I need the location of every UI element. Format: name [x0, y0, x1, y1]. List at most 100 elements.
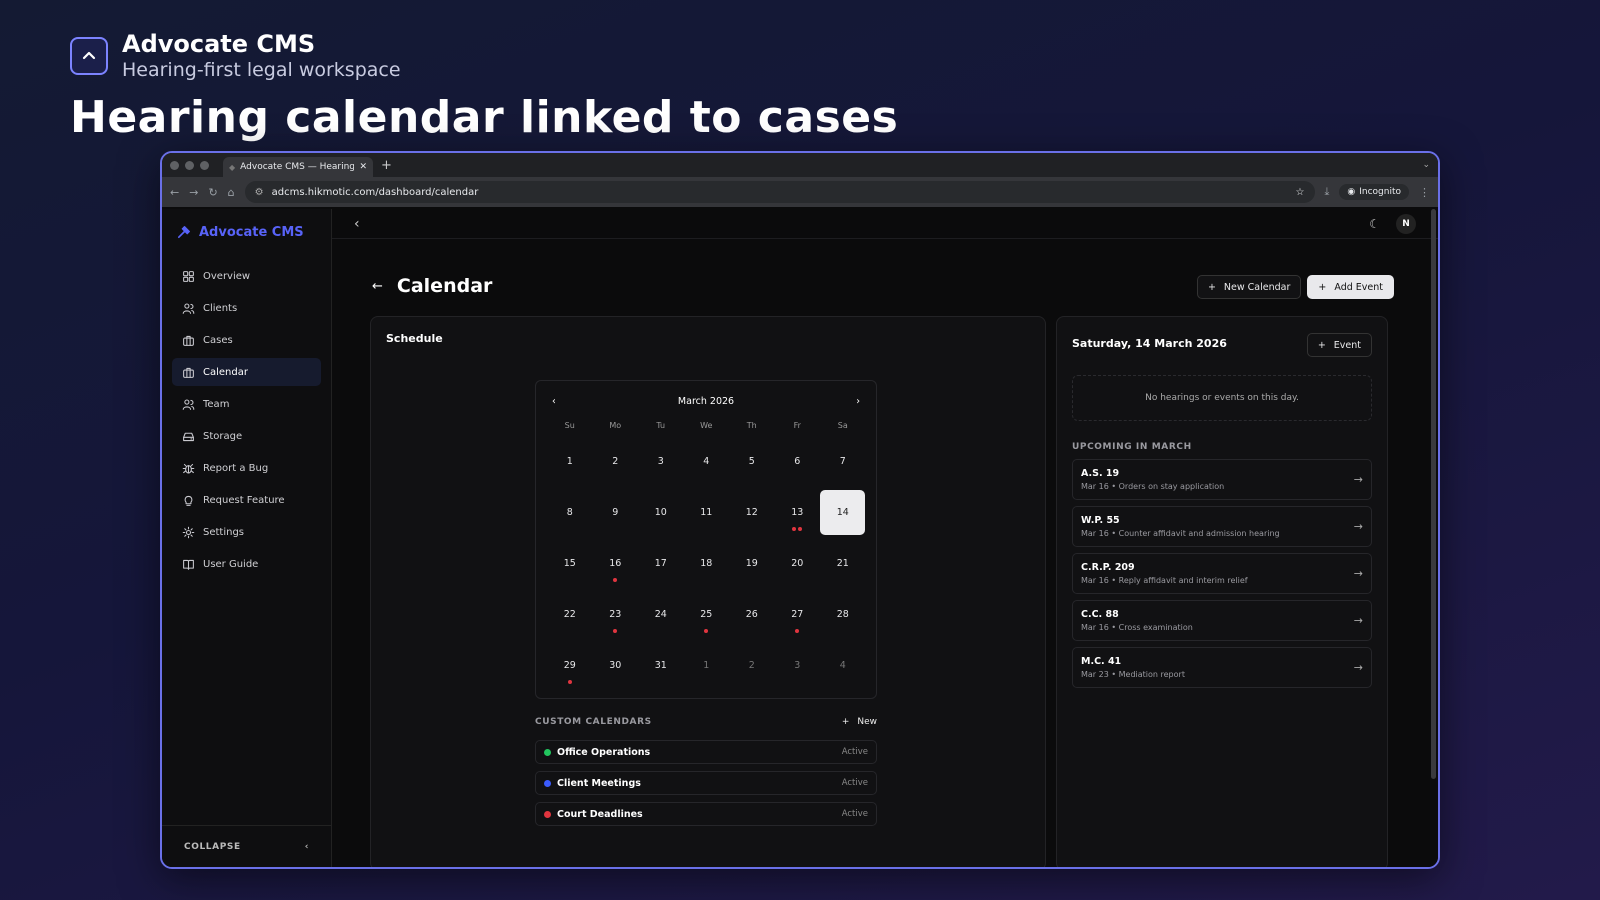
calendar-day[interactable]: 25 [684, 589, 730, 640]
calendar-day[interactable]: 18 [684, 538, 730, 589]
calendar-day[interactable]: 4 [820, 640, 866, 691]
custom-calendar-item[interactable]: Court Deadlines Active [535, 802, 877, 826]
calendar-day[interactable]: 9 [593, 487, 639, 538]
calendar-day[interactable]: 2 [729, 640, 775, 691]
sidebar: Advocate CMS Overview Clients Cases Calenda… [162, 209, 332, 867]
calendar-day[interactable]: 2 [593, 436, 639, 487]
sidebar-item-report-a-bug[interactable]: Report a Bug [172, 454, 321, 482]
theme-toggle-moon-icon[interactable]: ☾ [1369, 217, 1380, 231]
address-bar[interactable]: ⚙ adcms.hikmotic.com/dashboard/calendar … [244, 181, 1315, 203]
prev-month-chevron-icon[interactable]: ‹ [552, 396, 556, 407]
calendar-day[interactable]: 1 [547, 436, 593, 487]
window-maximize-dot[interactable] [200, 160, 209, 170]
custom-calendar-status: Active [841, 809, 868, 819]
download-icon[interactable]: ⤓ [1325, 185, 1330, 199]
user-avatar[interactable]: N [1396, 213, 1416, 234]
sidebar-item-label: Settings [203, 526, 245, 538]
tab-close-icon[interactable]: ✕ [359, 162, 367, 172]
sidebar-brand[interactable]: Advocate CMS [162, 209, 331, 262]
calendar-day[interactable]: 30 [593, 640, 639, 691]
tab-search-chevron-icon[interactable]: ⌄ [1422, 160, 1430, 170]
upcoming-hearing-item[interactable]: M.C. 41 Mar 23 • Mediation report → [1072, 647, 1372, 688]
calendar-day[interactable]: 1 [684, 640, 730, 691]
calendar-day[interactable]: 4 [684, 436, 730, 487]
month-calendar: ‹ March 2026 › Su Mo Tu We Th Fr Sa 1 2 3 4 5 6 7 8 9 10… [535, 380, 877, 699]
calendar-day[interactable]: 3 [775, 640, 821, 691]
sidebar-item-settings[interactable]: Settings [172, 518, 321, 546]
upcoming-case-number: A.S. 19 [1081, 468, 1120, 479]
calendar-day[interactable]: 12 [729, 487, 775, 538]
window-minimize-dot[interactable] [185, 160, 194, 170]
custom-calendar-item[interactable]: Client Meetings Active [535, 771, 877, 795]
day-number: 14 [820, 490, 866, 535]
calendar-day[interactable]: 29 [547, 640, 593, 691]
custom-calendars-label: CUSTOM CALENDARS [535, 717, 652, 727]
add-day-event-button[interactable]: + Event [1306, 333, 1372, 357]
calendar-day[interactable]: 10 [638, 487, 684, 538]
calendar-day[interactable]: 7 [820, 436, 866, 487]
next-month-chevron-icon[interactable]: › [856, 396, 860, 407]
calendar-day[interactable]: 24 [638, 589, 684, 640]
new-custom-calendar-button[interactable]: + New [842, 717, 877, 727]
calendar-day[interactable]: 23 [593, 589, 639, 640]
calendar-day[interactable]: 16 [593, 538, 639, 589]
calendar-day[interactable]: 27 [775, 589, 821, 640]
forward-icon[interactable]: → [189, 186, 198, 199]
upcoming-hearing-item[interactable]: C.R.P. 209 Mar 16 • Reply affidavit and i… [1072, 553, 1372, 594]
calendar-day[interactable]: 13 [775, 487, 821, 538]
back-arrow-icon[interactable]: ← [372, 279, 383, 294]
sidebar-item-team[interactable]: Team [172, 390, 321, 418]
home-icon[interactable]: ⌂ [228, 186, 235, 199]
calendar-day[interactable]: 17 [638, 538, 684, 589]
sidebar-item-clients[interactable]: Clients [172, 294, 321, 322]
arrow-right-icon: → [1353, 614, 1363, 627]
book-icon [183, 559, 194, 570]
sidebar-item-calendar[interactable]: Calendar [172, 358, 321, 386]
calendar-grid: Su Mo Tu We Th Fr Sa 1 2 3 4 5 6 7 8 9 10 11 12 13 14 15 16 17 1… [536, 421, 876, 691]
day-number: 15 [563, 558, 576, 569]
calendar-day[interactable]: 31 [638, 640, 684, 691]
calendar-day[interactable]: 5 [729, 436, 775, 487]
sidebar-item-user-guide[interactable]: User Guide [172, 550, 321, 578]
custom-calendar-item[interactable]: Office Operations Active [535, 740, 877, 764]
back-icon[interactable]: ← [170, 186, 179, 199]
calendar-day[interactable]: 28 [820, 589, 866, 640]
incognito-badge[interactable]: ◉ Incognito [1339, 184, 1409, 200]
sidebar-item-request-feature[interactable]: Request Feature [172, 486, 321, 514]
new-calendar-button[interactable]: + New Calendar [1196, 275, 1302, 299]
sidebar-item-storage[interactable]: Storage [172, 422, 321, 450]
collapse-sidebar-button[interactable]: COLLAPSE ‹ [162, 825, 331, 867]
day-number: 6 [794, 456, 801, 467]
calendar-day[interactable]: 26 [729, 589, 775, 640]
calendar-day[interactable]: 3 [638, 436, 684, 487]
calendar-day[interactable]: 21 [820, 538, 866, 589]
day-number: 21 [836, 558, 849, 569]
calendar-day[interactable]: 15 [547, 538, 593, 589]
page-scrollbar[interactable] [1431, 209, 1436, 779]
calendar-day[interactable]: 19 [729, 538, 775, 589]
day-number: 28 [836, 609, 849, 620]
calendar-day[interactable]: 6 [775, 436, 821, 487]
page-header: ← Calendar [372, 275, 492, 297]
site-settings-icon[interactable]: ⚙ [255, 187, 264, 198]
calendar-day[interactable]: 22 [547, 589, 593, 640]
browser-tab[interactable]: ◆ Advocate CMS — Hearing-Re ✕ [223, 157, 373, 177]
upcoming-hearing-item[interactable]: W.P. 55 Mar 16 • Counter affidavit and ad… [1072, 506, 1372, 547]
add-event-button[interactable]: + Add Event [1307, 275, 1394, 299]
calendar-day[interactable]: 14 [820, 487, 866, 538]
sidebar-toggle-chevron-icon[interactable]: ‹ [354, 216, 360, 232]
calendar-day[interactable]: 20 [775, 538, 821, 589]
sidebar-item-overview[interactable]: Overview [172, 262, 321, 290]
bookmark-star-icon[interactable]: ☆ [1296, 187, 1305, 198]
calendar-day[interactable]: 11 [684, 487, 730, 538]
browser-menu-icon[interactable]: ⋮ [1419, 186, 1430, 199]
weekday-label: Sa [837, 421, 848, 430]
window-close-dot[interactable] [170, 160, 179, 170]
calendar-day[interactable]: 8 [547, 487, 593, 538]
upcoming-label: UPCOMING IN MARCH [1072, 442, 1192, 452]
new-tab-icon[interactable]: + [381, 158, 392, 173]
upcoming-hearing-item[interactable]: A.S. 19 Mar 16 • Orders on stay applicati… [1072, 459, 1372, 500]
sidebar-item-cases[interactable]: Cases [172, 326, 321, 354]
upcoming-hearing-item[interactable]: C.C. 88 Mar 16 • Cross examination → [1072, 600, 1372, 641]
reload-icon[interactable]: ↻ [208, 186, 217, 199]
